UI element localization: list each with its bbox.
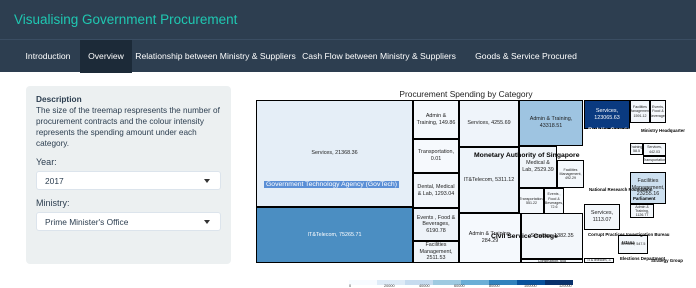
- legend-tick-label: 60000: [454, 284, 465, 288]
- treemap-tile[interactable]: Facilities Management, 1591.12: [630, 100, 650, 123]
- treemap-tile[interactable]: Facilities Management, 23255.16: [630, 172, 666, 204]
- year-select[interactable]: 2017: [36, 171, 221, 190]
- treemap-tile[interactable]: Admin & Training, 1126.77: [630, 204, 654, 218]
- tab-cash-flow[interactable]: Cash Flow between Ministry & Suppliers: [302, 40, 456, 73]
- treemap-tile[interactable]: IT&Telecom, 3: [584, 258, 614, 263]
- legend-tick-label: 20000: [384, 284, 395, 288]
- treemap-tile[interactable]: Construction, 608: [521, 259, 583, 263]
- description-text: The size of the treemap respresents the …: [36, 106, 220, 148]
- treemap-tile[interactable]: Services, 547.5: [618, 235, 648, 254]
- legend-tick-label: 80000: [489, 284, 500, 288]
- legend-ticks: 0 20000 40000 60000 80000 100000 120000: [330, 284, 600, 288]
- treemap-tile[interactable]: Dental, Medical & Lab, 1293.04: [413, 173, 459, 208]
- chevron-down-icon: [204, 220, 210, 224]
- treemap-tile[interactable]: Admin & Training, 284.29: [459, 213, 521, 263]
- treemap-tile[interactable]: Services, 21368.36: [256, 100, 413, 207]
- year-label: Year:: [36, 157, 57, 167]
- treemap-group-label: Ministry Headquarter: [641, 128, 685, 133]
- description-title: Description: [36, 94, 82, 104]
- chevron-down-icon: [204, 179, 210, 183]
- sidebar-panel: Description The size of the treemap resp…: [26, 86, 231, 264]
- treemap-title: Procurement Spending by Category: [399, 89, 533, 99]
- ministry-label: Ministry:: [36, 198, 70, 208]
- treemap-tile[interactable]: Events , Food & Beverages, 6190.78: [413, 208, 459, 241]
- treemap-tile[interactable]: Medical & Lab, 2529.39: [519, 146, 557, 188]
- legend-tick-label: 40000: [419, 284, 430, 288]
- tab-relationship[interactable]: Relationship between Ministry & Supplier…: [134, 40, 297, 73]
- legend-tick-label: 120000: [559, 284, 572, 288]
- treemap-tile[interactable]: Services, 442.03: [643, 143, 666, 156]
- treemap-tile[interactable]: Transportation, 551.22: [519, 188, 544, 214]
- treemap-tile[interactable]: Transportation, 0.01: [413, 139, 459, 173]
- tab-overview[interactable]: Overview: [80, 40, 132, 73]
- tab-goods-services[interactable]: Goods & Service Procured: [462, 40, 590, 73]
- treemap-tile[interactable]: Admin & Training, 43318.51: [519, 100, 583, 146]
- treemap-tile[interactable]: Transportation: [643, 156, 666, 164]
- tab-introduction[interactable]: Introduction: [18, 40, 78, 73]
- nav-bar: Introduction Overview Relationship betwe…: [0, 39, 696, 73]
- treemap-group-label: Elections Department: [620, 256, 666, 261]
- treemap-tile[interactable]: Services, 4255.69: [459, 100, 519, 147]
- treemap-tile[interactable]: Services, 1382.35: [521, 213, 583, 259]
- legend-tick-label: 100000: [524, 284, 537, 288]
- app-title: Visualising Government Procurement: [0, 0, 696, 39]
- ministry-select-value: Prime Minister's Office: [45, 217, 129, 227]
- treemap-tile[interactable]: Services, 123065.63: [584, 100, 630, 129]
- treemap-group-label: Strategy Group: [651, 258, 683, 263]
- treemap-tile[interactable]: Facilities Management, 2511.53: [413, 241, 459, 263]
- treemap-tile[interactable]: IT&Telecom, 75265.71: [256, 207, 413, 263]
- year-select-value: 2017: [45, 176, 64, 186]
- treemap-tile[interactable]: Admin & Training, 149.86: [413, 100, 459, 139]
- ministry-select[interactable]: Prime Minister's Office: [36, 212, 221, 231]
- legend-tick-label: 0: [349, 284, 352, 288]
- treemap-tile[interactable]: Events, Food & Beverages: [650, 100, 666, 123]
- treemap-tile[interactable]: Services, 1113.07: [584, 204, 620, 230]
- treemap-tile[interactable]: Events , Food & Beverages, 72.6: [544, 188, 564, 214]
- treemap-tile[interactable]: Facilities Management, 492.29: [557, 160, 584, 188]
- treemap-tile[interactable]: Training, 58.5: [630, 143, 643, 155]
- treemap-tile[interactable]: IT&Telecom, 5311.12: [459, 147, 519, 213]
